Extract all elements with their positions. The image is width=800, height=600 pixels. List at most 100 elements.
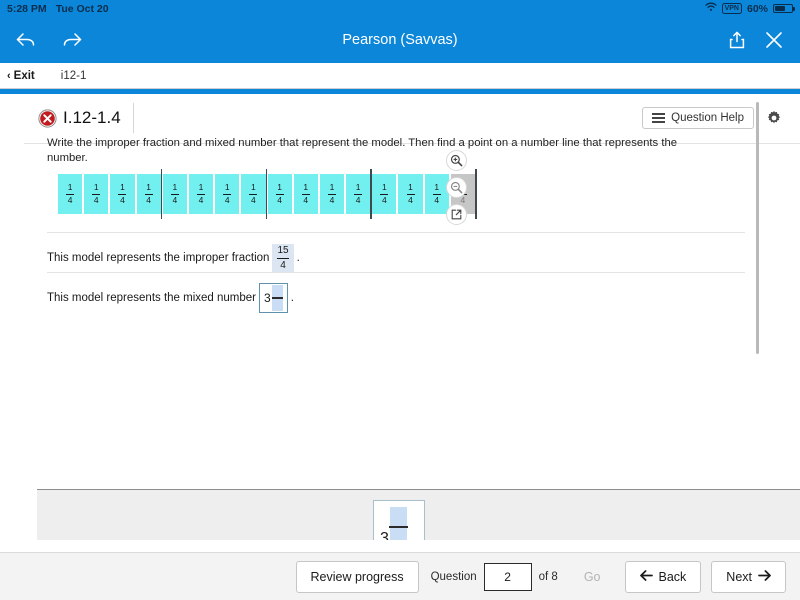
cell-denominator: 4 <box>198 195 204 205</box>
fraction-cell[interactable]: 14 <box>346 174 371 214</box>
share-icon[interactable] <box>728 30 746 50</box>
fraction-cell[interactable]: 14 <box>58 174 83 214</box>
cell-numerator: 1 <box>329 182 335 193</box>
app-toolbar: Pearson (Savvas) <box>0 17 800 63</box>
status-bar-right: VPN 60% <box>704 2 800 15</box>
fraction-cell[interactable]: 14 <box>136 174 161 214</box>
improper-denominator: 4 <box>280 260 286 271</box>
list-icon <box>652 113 666 123</box>
cell-denominator: 4 <box>434 195 440 205</box>
question-id-group: I.12-1.4 <box>0 103 134 133</box>
cell-denominator: 4 <box>93 195 99 205</box>
cell-numerator: 1 <box>381 182 387 193</box>
cell-fraction: 14 <box>275 182 284 205</box>
improper-sentence-text: This model represents the improper fract… <box>47 252 270 264</box>
cell-denominator: 4 <box>251 195 256 205</box>
arrow-left-icon <box>639 569 653 584</box>
close-icon[interactable] <box>764 30 784 50</box>
whole-group-divider <box>160 169 163 219</box>
question-content: I.12-1.4 Question Help Write the imprope… <box>0 94 800 490</box>
mixed-sentence-text: This model represents the mixed number <box>47 292 257 304</box>
mixed-number-sentence: This model represents the mixed number 3… <box>47 283 294 313</box>
mixed-number-input[interactable]: 3 <box>259 283 288 313</box>
fraction-cell[interactable]: 14 <box>398 174 423 214</box>
content-scrollbar[interactable] <box>756 102 759 354</box>
question-help-button[interactable]: Question Help <box>642 107 754 129</box>
vpn-badge: VPN <box>721 3 742 14</box>
back-arrow-icon[interactable] <box>14 30 38 50</box>
cell-numerator: 1 <box>93 182 99 193</box>
app-toolbar-actions <box>728 30 800 50</box>
fraction-cell[interactable]: 14 <box>215 174 240 214</box>
fraction-cell[interactable]: 14 <box>110 174 135 214</box>
cell-fraction: 14 <box>327 182 336 205</box>
exit-button[interactable]: ‹ Exit <box>0 70 35 82</box>
question-prompt: Write the improper fraction and mixed nu… <box>47 137 678 165</box>
cell-denominator: 4 <box>224 195 230 205</box>
cell-numerator: 1 <box>277 182 282 193</box>
wifi-icon <box>704 2 717 15</box>
gear-icon[interactable] <box>766 110 782 126</box>
question-number-input[interactable] <box>483 562 532 591</box>
fraction-cell[interactable]: 14 <box>84 174 109 214</box>
mixed-sentence-period: . <box>290 292 294 304</box>
fraction-cell[interactable]: 14 <box>372 174 397 214</box>
improper-fraction-answer[interactable]: 15 4 <box>272 244 294 272</box>
work-tray-fraction-blank[interactable] <box>388 507 408 540</box>
battery-icon <box>773 3 795 14</box>
fraction-cell[interactable]: 14 <box>267 174 292 214</box>
work-tray-answer-input[interactable]: 3 <box>373 500 425 540</box>
fraction-cell[interactable]: 14 <box>241 174 266 214</box>
cell-numerator: 1 <box>224 182 230 193</box>
cell-numerator: 1 <box>408 182 413 193</box>
work-tray: 3 <box>37 490 800 540</box>
exit-label: Exit <box>13 69 35 82</box>
fraction-cell[interactable]: 14 <box>293 174 318 214</box>
cell-denominator: 4 <box>67 195 73 205</box>
incorrect-x-icon <box>38 108 57 128</box>
cell-fraction: 14 <box>170 183 179 205</box>
cell-numerator: 1 <box>67 182 73 193</box>
status-bar-left: 5:28 PM Tue Oct 20 <box>0 3 109 15</box>
cell-denominator: 4 <box>303 195 309 205</box>
review-progress-button[interactable]: Review progress <box>295 560 419 593</box>
status-time: 5:28 PM <box>7 2 47 15</box>
status-date: Tue Oct 20 <box>55 2 109 15</box>
next-button[interactable]: Next <box>711 560 786 593</box>
improper-fraction-sentence: This model represents the improper fract… <box>47 244 300 272</box>
zoom-out-icon[interactable] <box>446 177 467 198</box>
fraction-cell[interactable]: 14 <box>162 174 187 214</box>
cell-denominator: 4 <box>146 195 152 205</box>
cell-denominator: 4 <box>381 195 387 205</box>
whole-group-divider <box>370 169 372 219</box>
go-label: Go <box>583 569 601 584</box>
cell-numerator: 1 <box>146 182 152 193</box>
mixed-fraction-blank[interactable] <box>271 285 283 311</box>
cell-denominator: 4 <box>172 195 178 205</box>
zoom-in-icon[interactable] <box>446 150 467 171</box>
expand-icon[interactable] <box>446 204 467 225</box>
cell-denominator: 4 <box>355 195 361 205</box>
answer-divider-bottom <box>47 272 745 273</box>
forward-arrow-icon[interactable] <box>60 30 84 50</box>
fraction-cell[interactable]: 14 <box>188 174 214 214</box>
exit-bar: ‹ Exit i12-1 <box>0 63 800 89</box>
question-total-label: of 8 <box>538 570 558 583</box>
app-root: 5:28 PM Tue Oct 20 VPN 60% Pearson (Savv… <box>0 0 800 600</box>
answer-divider-top <box>47 232 745 233</box>
cell-numerator: 1 <box>303 182 309 193</box>
work-tray-whole-part: 3 <box>380 530 389 541</box>
back-label: Back <box>658 569 687 584</box>
battery-percent: 60% <box>746 2 768 15</box>
cell-numerator: 1 <box>251 182 256 193</box>
cell-fraction: 14 <box>144 182 153 205</box>
app-toolbar-nav <box>0 30 84 50</box>
cell-denominator: 4 <box>277 195 282 205</box>
mixed-whole-part: 3 <box>264 291 271 305</box>
review-progress-label: Review progress <box>310 569 404 584</box>
back-button[interactable]: Back <box>624 560 702 593</box>
go-button[interactable]: Go <box>570 562 615 592</box>
fraction-cell[interactable]: 14 <box>319 174 345 214</box>
breadcrumb[interactable]: i12-1 <box>61 70 87 82</box>
chevron-left-icon: ‹ <box>7 69 11 82</box>
